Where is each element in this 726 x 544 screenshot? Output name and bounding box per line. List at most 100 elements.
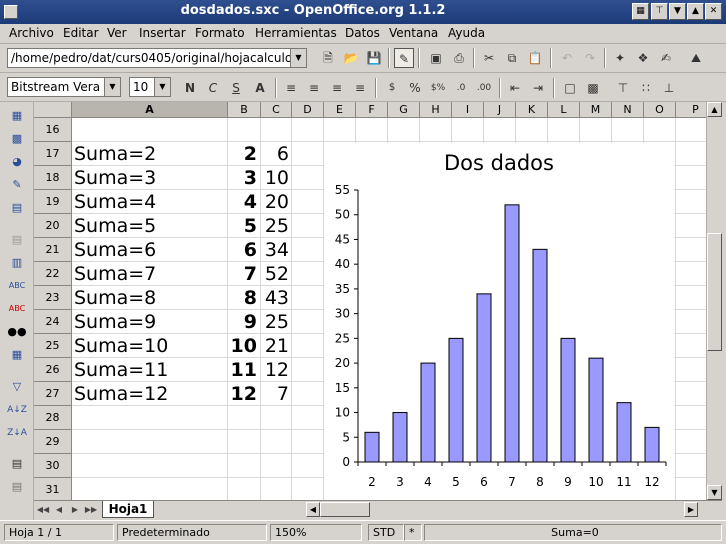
edit-text-icon[interactable]: ▤ — [7, 230, 27, 250]
url-field[interactable]: /home/pedro/dat/curs0405/original/hojaca… — [7, 48, 307, 68]
cell-label[interactable]: Suma=11 — [74, 358, 168, 382]
cell-count-value[interactable]: 34 — [259, 238, 289, 262]
next-sheet-icon[interactable]: ▶ — [68, 502, 82, 517]
new-document-icon[interactable]: 🗎 — [318, 48, 338, 68]
cell-count-value[interactable]: 20 — [259, 190, 289, 214]
align-top-icon[interactable]: ⊤ — [613, 78, 633, 98]
decrease-indent-icon[interactable]: ⇤ — [505, 78, 525, 98]
draw-functions-icon[interactable]: ✎ — [7, 175, 27, 195]
cell-sum-value[interactable]: 9 — [227, 310, 257, 334]
delete-decimal-icon[interactable]: .00 — [474, 78, 494, 98]
column-header-h[interactable]: H — [420, 102, 452, 118]
cell-sum-value[interactable]: 5 — [227, 214, 257, 238]
cell-count-value[interactable]: 21 — [259, 334, 289, 358]
cell-sum-value[interactable]: 6 — [227, 238, 257, 262]
prev-sheet-icon[interactable]: ◀ — [52, 502, 66, 517]
save-icon[interactable]: 💾 — [364, 48, 384, 68]
cell-count-value[interactable]: 25 — [259, 310, 289, 334]
auto-spellcheck-icon[interactable]: ABC — [7, 299, 27, 319]
status-page-style[interactable]: Predeterminado — [117, 524, 267, 541]
center-vertical-icon[interactable]: ∷ — [636, 78, 656, 98]
align-bottom-icon[interactable]: ⊥ — [659, 78, 679, 98]
column-header-c[interactable]: C — [261, 102, 292, 118]
form-functions-icon[interactable]: ▤ — [7, 198, 27, 218]
cell-sum-value[interactable]: 12 — [227, 382, 257, 406]
align-center-icon[interactable]: ≡ — [304, 78, 324, 98]
scroll-right-icon[interactable]: ▶ — [684, 502, 698, 517]
autopilot-icon[interactable]: ▥ — [7, 253, 27, 273]
column-header-e[interactable]: E — [324, 102, 356, 118]
cell-label[interactable]: Suma=2 — [74, 142, 156, 166]
menu-ver[interactable]: Ver — [107, 26, 127, 40]
cell-sum-value[interactable]: 10 — [227, 334, 257, 358]
align-left-icon[interactable]: ≡ — [281, 78, 301, 98]
row-header-16[interactable]: 16 — [34, 118, 72, 142]
row-header-17[interactable]: 17 — [34, 142, 72, 166]
insert-object-icon[interactable]: ◕ — [7, 152, 27, 172]
column-header-g[interactable]: G — [388, 102, 420, 118]
row-header-26[interactable]: 26 — [34, 358, 72, 382]
cell-sum-value[interactable]: 7 — [227, 262, 257, 286]
menu-editar[interactable]: Editar — [63, 26, 99, 40]
insert-icon[interactable]: ▦ — [7, 106, 27, 126]
column-header-o[interactable]: O — [644, 102, 676, 118]
column-header-b[interactable]: B — [228, 102, 261, 118]
chevron-down-icon[interactable]: ▼ — [290, 49, 306, 67]
italic-icon[interactable]: C — [203, 78, 223, 98]
cell-sum-value[interactable]: 3 — [227, 166, 257, 190]
chevron-down-icon[interactable]: ▼ — [104, 78, 120, 96]
close-icon[interactable]: ✕ — [705, 3, 722, 20]
status-selection-mode[interactable]: STD — [368, 524, 404, 541]
minimize-icon[interactable]: ▼ — [669, 3, 686, 20]
print-icon[interactable]: ⎙ — [449, 48, 469, 68]
column-header-n[interactable]: N — [612, 102, 644, 118]
chevron-down-icon[interactable]: ▼ — [154, 78, 170, 96]
stick-top-icon[interactable]: ⊤ — [651, 3, 668, 20]
sort-ascending-icon[interactable]: A↓Z — [7, 400, 27, 420]
cell-count-value[interactable]: 6 — [259, 142, 289, 166]
cell-count-value[interactable]: 43 — [259, 286, 289, 310]
menu-archivo[interactable]: Archivo — [9, 26, 54, 40]
cell-label[interactable]: Suma=10 — [74, 334, 168, 358]
borders-icon[interactable]: □ — [560, 78, 580, 98]
column-header-k[interactable]: K — [516, 102, 548, 118]
redo-icon[interactable]: ↷ — [580, 48, 600, 68]
chart[interactable]: Dos dados 0 5 10 15 20 25 30 35 40 45 50 55 2 3 4 5 6 7 8 9 1… — [324, 143, 674, 500]
sort-descending-icon[interactable]: Z↓A — [7, 423, 27, 443]
row-header-24[interactable]: 24 — [34, 310, 72, 334]
row-header-18[interactable]: 18 — [34, 166, 72, 190]
scroll-down-icon[interactable]: ▼ — [707, 485, 722, 500]
cell-label[interactable]: Suma=12 — [74, 382, 168, 406]
cell-sum-value[interactable]: 8 — [227, 286, 257, 310]
percent-format-icon[interactable]: % — [405, 78, 425, 98]
cell-count-value[interactable]: 12 — [259, 358, 289, 382]
status-zoom[interactable]: 150% — [270, 524, 362, 541]
menu-ventana[interactable]: Ventana — [389, 26, 438, 40]
justify-icon[interactable]: ≡ — [350, 78, 370, 98]
cell-label[interactable]: Suma=3 — [74, 166, 156, 190]
copy-icon[interactable]: ⧉ — [502, 48, 522, 68]
increase-indent-icon[interactable]: ⇥ — [528, 78, 548, 98]
row-header-31[interactable]: 31 — [34, 478, 72, 500]
menu-insertar[interactable]: Insertar — [139, 26, 186, 40]
row-header-28[interactable]: 28 — [34, 406, 72, 430]
cell-label[interactable]: Suma=6 — [74, 238, 156, 262]
row-header-22[interactable]: 22 — [34, 262, 72, 286]
menu-herramientas[interactable]: Herramientas — [255, 26, 337, 40]
scroll-left-icon[interactable]: ◀ — [306, 502, 320, 517]
vertical-scrollbar[interactable]: ▲ ▼ — [706, 102, 722, 500]
cell-label[interactable]: Suma=8 — [74, 286, 156, 310]
gallery-icon[interactable]: ⛰ — [686, 48, 706, 68]
navigator-icon[interactable]: ✦ — [610, 48, 630, 68]
add-decimal-icon[interactable]: .0 — [451, 78, 471, 98]
insert-object-icon[interactable]: ▤ — [7, 454, 27, 474]
cell-sum-value[interactable]: 2 — [227, 142, 257, 166]
paste-icon[interactable]: 📋 — [525, 48, 545, 68]
data-source-icon[interactable]: ▦ — [7, 345, 27, 365]
cell-sum-value[interactable]: 11 — [227, 358, 257, 382]
edit-file-icon[interactable]: ✎ — [394, 48, 414, 68]
show-draw-functions-icon[interactable]: ▤ — [7, 477, 27, 497]
row-header-21[interactable]: 21 — [34, 238, 72, 262]
column-header-l[interactable]: L — [548, 102, 580, 118]
row-header-25[interactable]: 25 — [34, 334, 72, 358]
